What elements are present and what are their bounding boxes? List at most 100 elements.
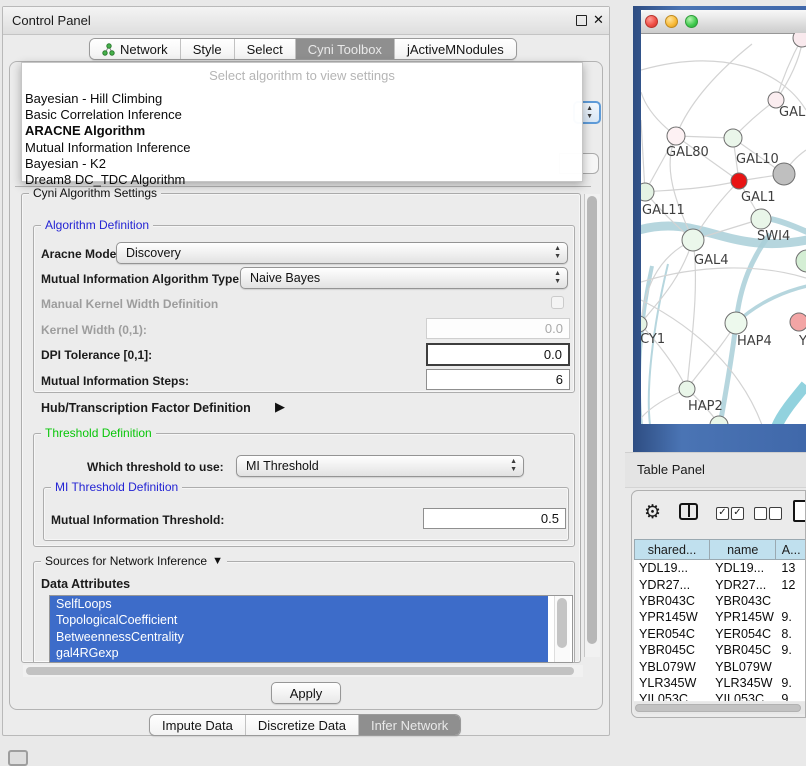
table-cell: YER054C [710,627,776,641]
partial-corner-button[interactable] [8,750,28,766]
manual-kernel-checkbox[interactable] [551,296,564,309]
file-icon[interactable] [793,500,806,522]
attribute-list-item[interactable]: BetweennessCentrality [50,629,548,645]
scrollbar-thumb[interactable] [557,598,567,648]
attribute-list-item[interactable]: SelfLoops [50,596,548,612]
table-row[interactable]: YER054CYER054C8. [634,626,806,642]
close-icon[interactable]: ✕ [593,12,604,28]
attribute-list-item[interactable]: gal4RGexp [50,645,548,661]
which-threshold-select[interactable]: MI Threshold ▲▼ [236,455,524,477]
expanded-arrow-icon[interactable]: ▼ [212,555,223,567]
list-vertical-scrollbar[interactable] [554,596,570,662]
table-cell: YBR045C [710,643,776,657]
combo-value: Discovery [126,246,181,260]
control-panel-titlebar[interactable]: Control Panel ✕ [3,7,609,35]
kernel-width-field[interactable]: 0.0 [426,318,570,339]
algorithm-option[interactable]: Dream8 DC_TDC Algorithm [22,172,582,188]
aracne-mode-select[interactable]: Discovery ▲▼ [116,242,568,264]
algorithm-option[interactable]: Mutual Information Inference [22,140,582,156]
table-cell: YBR043C [634,594,710,608]
tab-style[interactable]: Style [181,39,235,59]
manual-kernel-label: Manual Kernel Width Definition [41,297,218,311]
table-row[interactable]: YBR045CYBR045C9. [634,642,806,658]
control-panel-window: Control Panel ✕ Network StyleSelectCyni T… [2,6,610,736]
algorithm-option[interactable]: Bayesian - Hill Climbing [22,91,582,107]
node-table: shared...nameA... YDL19...YDL19...13YDR2… [634,539,806,701]
tab-jactivemnodules[interactable]: jActiveMNodules [395,39,516,59]
group-title: Algorithm Definition [41,218,153,232]
tab-discretize-data[interactable]: Discretize Data [246,715,359,735]
column-view-icon[interactable] [679,503,698,520]
scrollbar-thumb[interactable] [26,667,574,675]
attribute-list-item[interactable]: TopologicalCoefficient [50,612,548,628]
mi-type-select[interactable]: Naive Bayes ▲▼ [240,267,568,289]
tab-impute-data[interactable]: Impute Data [150,715,246,735]
network-node-gal11[interactable] [641,183,654,201]
mi-steps-field[interactable]: 6 [426,369,570,390]
table-row[interactable]: YDL19...YDL19...13 [634,560,806,576]
float-window-icon[interactable] [576,15,587,26]
network-node-gcy1[interactable] [641,316,647,332]
network-node-hap2[interactable] [679,381,695,397]
settings-vertical-scrollbar[interactable] [584,194,600,657]
network-node-gal10[interactable] [724,129,742,147]
algorithm-option[interactable]: Basic Correlation Inference [22,107,582,123]
network-node[interactable] [710,416,728,424]
column-header-1[interactable]: shared... [634,539,710,560]
minimize-traffic-light[interactable] [665,15,678,28]
unchecked-column-icon[interactable] [754,507,767,520]
table-panel-titlebar[interactable]: Table Panel [625,452,806,488]
table-cell: YBR045C [634,643,710,657]
network-node-gal1[interactable] [731,173,747,189]
tab-label: Network [120,42,168,57]
data-attributes-list[interactable]: SelfLoopsTopologicalCoefficientBetweenne… [49,595,573,663]
settings-horizontal-scrollbar[interactable] [23,665,583,677]
scrollbar-thumb[interactable] [587,196,597,644]
table-row[interactable]: YPR145WYPR145W9. [634,609,806,625]
table-row[interactable]: YDR27...YDR27...12 [634,576,806,592]
network-node[interactable] [796,250,806,272]
table-cell: YBR043C [710,594,776,608]
apply-button[interactable]: Apply [271,682,341,704]
checked-column-icon[interactable]: ✓ [716,507,729,520]
network-window-titlebar[interactable] [641,10,806,34]
table-row[interactable]: YBR043CYBR043C [634,593,806,609]
gear-icon[interactable]: ⚙ [644,501,661,524]
network-node-gal4[interactable] [682,229,704,251]
zoom-traffic-light[interactable] [685,15,698,28]
network-node[interactable] [793,33,806,47]
algorithm-option[interactable]: ARACNE Algorithm [22,123,582,139]
network-node-gal80[interactable] [667,127,685,145]
scrollbar-thumb[interactable] [635,704,801,712]
table-horizontal-scrollbar[interactable] [634,702,806,714]
network-window: GALGAL80GAL10GAL1GAL11SWI4GAL4GCY1HAP4YH… [641,10,806,424]
table-row[interactable]: YBL079WYBL079W [634,658,806,674]
tab-infer-network[interactable]: Infer Network [359,715,460,735]
table-row[interactable]: YIL053CYIL053C9. [634,691,806,701]
table-cell: YLR345W [710,676,776,690]
tab-select[interactable]: Select [235,39,296,59]
tab-cyni-toolbox[interactable]: Cyni Toolbox [296,39,395,59]
column-header-3[interactable]: A... [776,539,806,560]
column-header-2[interactable]: name [710,539,776,560]
algorithm-option[interactable]: Bayesian - K2 [22,156,582,172]
table-cell: YDR27... [634,578,710,592]
mi-threshold-label: Mutual Information Threshold: [51,513,224,527]
close-traffic-light[interactable] [645,15,658,28]
mi-threshold-field[interactable]: 0.5 [423,508,566,529]
unchecked-column-icon[interactable] [769,507,782,520]
network-node-hap4[interactable] [725,312,747,334]
table-row[interactable]: YLR345WYLR345W9. [634,675,806,691]
hub-definition-label[interactable]: Hub/Transcription Factor Definition [41,401,251,415]
collapsed-arrow-icon[interactable]: ▶ [275,399,285,415]
dpi-tolerance-field[interactable]: 0.0 [426,343,570,366]
network-icon [102,43,115,56]
node-label: GAL10 [736,152,779,167]
node-label: GAL11 [642,203,685,218]
tab-network[interactable]: Network [90,39,181,59]
checked-column-icon[interactable]: ✓ [731,507,744,520]
network-canvas[interactable]: GALGAL80GAL10GAL1GAL11SWI4GAL4GCY1HAP4YH… [641,33,806,424]
network-node-swi4[interactable] [751,209,771,229]
table-cell: YPR145W [634,610,710,624]
network-node-y[interactable] [790,313,806,331]
